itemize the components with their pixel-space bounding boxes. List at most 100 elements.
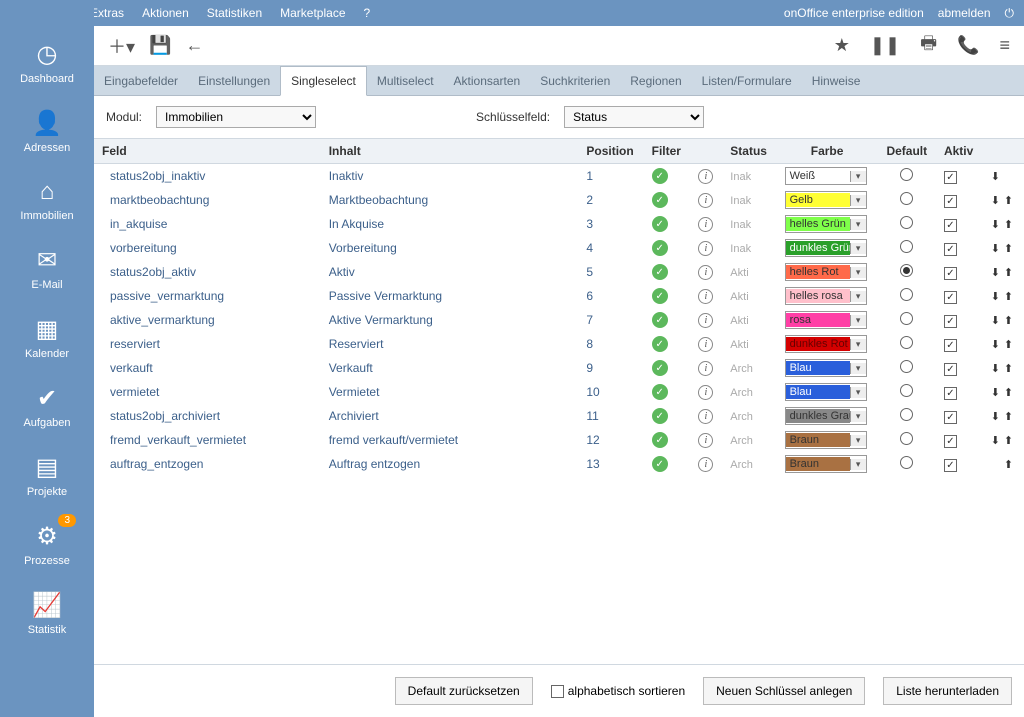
color-select[interactable]: helles Grün▾ [785, 215, 867, 233]
pause-icon[interactable]: ❚❚ [870, 35, 900, 56]
tab-eingabefelder[interactable]: Eingabefelder [94, 67, 188, 95]
color-select[interactable]: helles rosa▾ [785, 287, 867, 305]
move-down-icon[interactable]: ⬇ [991, 314, 1000, 327]
tab-suchkriterien[interactable]: Suchkriterien [530, 67, 620, 95]
cell-color[interactable]: Braun▾ [777, 428, 878, 452]
cell-aktiv[interactable]: ✓ [936, 308, 983, 332]
aktiv-checkbox[interactable]: ✓ [944, 315, 957, 328]
move-down-icon[interactable]: ⬇ [991, 386, 1000, 399]
cell-filter[interactable]: ✓ [644, 404, 691, 428]
move-down-icon[interactable]: ⬇ [991, 170, 1000, 183]
color-select[interactable]: Braun▾ [785, 455, 867, 473]
aktiv-checkbox[interactable]: ✓ [944, 171, 957, 184]
reset-default-button[interactable]: Default zurücksetzen [395, 677, 533, 705]
logout-link[interactable]: abmelden [938, 6, 991, 20]
aktiv-checkbox[interactable]: ✓ [944, 291, 957, 304]
default-radio[interactable] [900, 432, 913, 445]
cell-info[interactable]: i [690, 260, 722, 284]
color-select[interactable]: Blau▾ [785, 359, 867, 377]
move-up-icon[interactable]: ⬆ [1004, 338, 1013, 351]
color-select[interactable]: dunkles Grau▾ [785, 407, 867, 425]
cell-filter[interactable]: ✓ [644, 164, 691, 189]
cell-color[interactable]: helles rosa▾ [777, 284, 878, 308]
tab-listen/formulare[interactable]: Listen/Formulare [692, 67, 802, 95]
move-up-icon[interactable]: ⬆ [1004, 410, 1013, 423]
default-radio[interactable] [900, 264, 913, 277]
cell-info[interactable]: i [690, 164, 722, 189]
move-down-icon[interactable]: ⬇ [991, 194, 1000, 207]
sidebar-item-kalender[interactable]: ▦Kalender [0, 301, 94, 370]
cell-aktiv[interactable]: ✓ [936, 164, 983, 189]
move-up-icon[interactable]: ⬆ [1004, 194, 1013, 207]
download-list-button[interactable]: Liste herunterladen [883, 677, 1012, 705]
cell-default[interactable] [878, 308, 936, 332]
move-down-icon[interactable]: ⬇ [991, 410, 1000, 423]
default-radio[interactable] [900, 336, 913, 349]
cell-info[interactable]: i [690, 356, 722, 380]
cell-default[interactable] [878, 404, 936, 428]
cell-color[interactable]: Gelb▾ [777, 188, 878, 212]
cell-filter[interactable]: ✓ [644, 284, 691, 308]
move-up-icon[interactable]: ⬆ [1004, 314, 1013, 327]
sidebar-item-dashboard[interactable]: ◷Dashboard [0, 26, 94, 95]
menu-?[interactable]: ? [364, 6, 371, 20]
table-scroll[interactable]: Feld Inhalt Position Filter Status Farbe… [94, 138, 1024, 664]
tab-singleselect[interactable]: Singleselect [280, 66, 367, 96]
cell-info[interactable]: i [690, 284, 722, 308]
cell-color[interactable]: Weiß▾ [777, 164, 878, 189]
cell-color[interactable]: dunkles Rot▾ [777, 332, 878, 356]
modul-select[interactable]: Immobilien [156, 106, 316, 128]
cell-color[interactable]: dunkles Grün▾ [777, 236, 878, 260]
cell-color[interactable]: rosa▾ [777, 308, 878, 332]
move-down-icon[interactable]: ⬇ [991, 266, 1000, 279]
cell-default[interactable] [878, 356, 936, 380]
color-select[interactable]: Braun▾ [785, 431, 867, 449]
tab-regionen[interactable]: Regionen [620, 67, 691, 95]
aktiv-checkbox[interactable]: ✓ [944, 219, 957, 232]
move-up-icon[interactable]: ⬆ [1004, 434, 1013, 447]
move-up-icon[interactable]: ⬆ [1004, 362, 1013, 375]
tab-multiselect[interactable]: Multiselect [367, 67, 444, 95]
sidebar-item-statistik[interactable]: 📈Statistik [0, 577, 94, 646]
cell-color[interactable]: helles Grün▾ [777, 212, 878, 236]
default-radio[interactable] [900, 312, 913, 325]
move-up-icon[interactable]: ⬆ [1004, 458, 1013, 471]
menu-marketplace[interactable]: Marketplace [280, 6, 345, 20]
cell-info[interactable]: i [690, 332, 722, 356]
color-select[interactable]: Blau▾ [785, 383, 867, 401]
tab-einstellungen[interactable]: Einstellungen [188, 67, 280, 95]
cell-info[interactable]: i [690, 212, 722, 236]
cell-aktiv[interactable]: ✓ [936, 404, 983, 428]
cell-info[interactable]: i [690, 380, 722, 404]
cell-aktiv[interactable]: ✓ [936, 212, 983, 236]
color-select[interactable]: dunkles Rot▾ [785, 335, 867, 353]
cell-filter[interactable]: ✓ [644, 356, 691, 380]
sidebar-item-prozesse[interactable]: ⚙Prozesse3 [0, 508, 94, 577]
color-select[interactable]: Gelb▾ [785, 191, 867, 209]
color-select[interactable]: dunkles Grün▾ [785, 239, 867, 257]
aktiv-checkbox[interactable]: ✓ [944, 243, 957, 256]
aktiv-checkbox[interactable]: ✓ [944, 339, 957, 352]
new-key-button[interactable]: Neuen Schlüssel anlegen [703, 677, 865, 705]
cell-color[interactable]: Blau▾ [777, 356, 878, 380]
move-up-icon[interactable]: ⬆ [1004, 266, 1013, 279]
move-up-icon[interactable]: ⬆ [1004, 386, 1013, 399]
sidebar-item-adressen[interactable]: 👤Adressen [0, 95, 94, 164]
cell-default[interactable] [878, 380, 936, 404]
cell-info[interactable]: i [690, 236, 722, 260]
menu-aktionen[interactable]: Aktionen [142, 6, 189, 20]
default-radio[interactable] [900, 408, 913, 421]
aktiv-checkbox[interactable]: ✓ [944, 411, 957, 424]
default-radio[interactable] [900, 240, 913, 253]
default-radio[interactable] [900, 360, 913, 373]
cell-default[interactable] [878, 236, 936, 260]
move-down-icon[interactable]: ⬇ [991, 290, 1000, 303]
cell-default[interactable] [878, 212, 936, 236]
aktiv-checkbox[interactable]: ✓ [944, 435, 957, 448]
cell-default[interactable] [878, 188, 936, 212]
cell-default[interactable] [878, 164, 936, 189]
default-radio[interactable] [900, 288, 913, 301]
cell-color[interactable]: dunkles Grau▾ [777, 404, 878, 428]
sidebar-item-aufgaben[interactable]: ✔Aufgaben [0, 370, 94, 439]
cell-aktiv[interactable]: ✓ [936, 284, 983, 308]
